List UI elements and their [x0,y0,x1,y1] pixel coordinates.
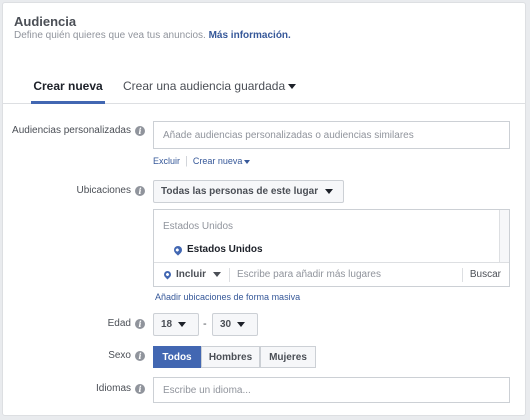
gender-option-all[interactable]: Todos [153,346,201,368]
languages-label: Idiomas i [96,383,145,394]
exclude-link[interactable]: Excluir [153,156,180,166]
location-type-dropdown[interactable]: Todas las personas de este lugar [153,180,344,203]
location-type-value: Todas las personas de este lugar [161,186,319,197]
info-icon[interactable]: i [135,350,145,361]
include-dropdown[interactable]: Incluir [154,269,222,280]
caret-down-icon [213,272,222,277]
age-label-text: Edad [107,318,131,329]
custom-audiences-label: Audiencias personalizadas i [12,125,145,136]
bulk-locations-link[interactable]: Añadir ubicaciones de forma masiva [155,292,300,302]
info-icon[interactable]: i [135,125,145,136]
tab-saved-audience[interactable]: Crear una audiencia guardada [123,79,297,104]
locations-label: Ubicaciones i [77,185,145,196]
custom-audiences-placeholder: Añade audiencias personalizadas o audien… [163,129,414,141]
location-search-row: Incluir Escribe para añadir más lugares … [154,262,509,286]
selected-location-label: Estados Unidos [187,244,263,255]
location-pin-icon [172,243,184,256]
tab-create-new[interactable]: Crear nueva [31,79,105,104]
caret-down-icon [244,159,251,164]
tab-saved-audience-label: Crear una audiencia guardada [123,79,286,93]
info-icon[interactable]: i [135,383,145,394]
panel-subtitle: Define quién quieres que vea tus anuncio… [14,30,291,41]
locations-scrollbar[interactable] [499,210,509,262]
location-pin-icon [162,269,173,280]
custom-audiences-label-text: Audiencias personalizadas [12,125,131,136]
age-max-value: 30 [220,319,232,330]
include-label: Incluir [176,269,207,280]
audience-panel: Audiencia Define quién quieres que vea t… [2,2,526,416]
panel-title: Audiencia [14,14,77,29]
custom-audiences-actions: Excluir | Crear nueva [153,155,251,167]
audience-tabs: Crear nueva Crear una audiencia guardada [3,73,525,104]
languages-label-text: Idiomas [95,383,131,394]
more-info-link[interactable]: Más información. [209,30,291,41]
locations-box: Estados Unidos Estados Unidos Incluir Es… [153,209,510,287]
language-input[interactable]: Escribe un idioma... [153,377,510,403]
gender-label: Sexo i [108,350,145,361]
info-icon[interactable]: i [135,185,145,196]
search-button[interactable]: Buscar [463,269,509,280]
age-min-dropdown[interactable]: 18 [153,313,199,336]
age-label: Edad i [108,318,145,329]
selected-location[interactable]: Estados Unidos [172,243,263,256]
caret-down-icon [178,322,187,327]
panel-subtitle-text: Define quién quieres que vea tus anuncio… [14,30,206,41]
divider [229,267,231,282]
country-group-header: Estados Unidos [163,221,234,232]
info-icon[interactable]: i [135,318,145,329]
age-min-value: 18 [161,319,173,330]
gender-option-women[interactable]: Mujeres [260,346,316,368]
gender-label-text: Sexo [108,350,131,361]
locations-label-text: Ubicaciones [76,185,131,196]
custom-audiences-input[interactable]: Añade audiencias personalizadas o audien… [153,121,510,149]
create-new-link[interactable]: Crear nueva [193,156,251,166]
age-range-dash: - [203,318,207,330]
location-search-input[interactable]: Escribe para añadir más lugares [237,269,462,280]
caret-down-icon [237,322,246,327]
separator: | [185,155,188,167]
gender-option-men[interactable]: Hombres [201,346,260,368]
age-max-dropdown[interactable]: 30 [212,313,258,336]
create-new-label: Crear nueva [192,156,243,166]
language-placeholder: Escribe un idioma... [163,384,251,396]
caret-down-icon [325,189,334,194]
caret-down-icon [288,84,297,90]
